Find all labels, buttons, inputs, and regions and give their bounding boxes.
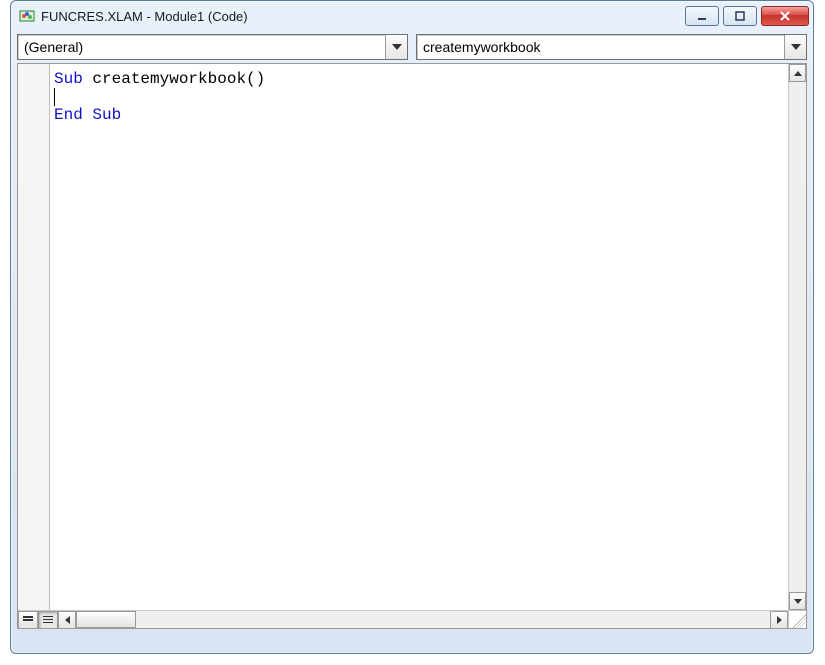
full-module-view-button[interactable] [38, 611, 58, 629]
chevron-right-icon [777, 616, 782, 624]
procedure-view-button[interactable] [18, 611, 38, 629]
chevron-down-icon [794, 599, 802, 604]
chevron-left-icon [65, 616, 70, 624]
hscroll-thumb[interactable] [76, 611, 136, 628]
hscroll-track[interactable] [76, 611, 770, 628]
procedure-view-icon [23, 619, 33, 621]
code-window: FUNCRES.XLAM - Module1 (Code) (General) … [10, 0, 814, 654]
vba-module-icon [19, 8, 35, 24]
keyword: End Sub [54, 106, 121, 124]
vertical-scrollbar[interactable] [788, 64, 806, 610]
resize-grip[interactable] [788, 610, 806, 628]
maximize-button[interactable] [723, 6, 757, 26]
window-title: FUNCRES.XLAM - Module1 (Code) [41, 9, 248, 24]
keyword: Sub [54, 70, 83, 88]
procedure-dropdown-value: createmyworkbook [417, 39, 784, 55]
object-dropdown-arrow[interactable] [385, 35, 407, 59]
chevron-up-icon [794, 71, 802, 76]
code-client-area: Sub createmyworkbook() End Sub [17, 63, 807, 629]
object-dropdown[interactable]: (General) [17, 34, 408, 60]
object-dropdown-value: (General) [18, 39, 385, 55]
close-button[interactable] [761, 6, 809, 26]
scroll-up-button[interactable] [789, 64, 806, 82]
chevron-down-icon [791, 44, 801, 50]
titlebar[interactable]: FUNCRES.XLAM - Module1 (Code) [11, 1, 813, 31]
minimize-button[interactable] [685, 6, 719, 26]
horizontal-scrollbar [18, 610, 788, 628]
scroll-down-button[interactable] [789, 592, 806, 610]
scroll-left-button[interactable] [58, 611, 76, 629]
code-toolbar: (General) createmyworkbook [17, 31, 807, 63]
window-controls [685, 6, 809, 26]
margin-indicator-bar[interactable] [18, 64, 50, 610]
code-editor[interactable]: Sub createmyworkbook() End Sub [50, 64, 788, 610]
text-cursor [54, 88, 55, 106]
code-text: createmyworkbook() [83, 70, 265, 88]
scroll-right-button[interactable] [770, 611, 788, 629]
procedure-dropdown-arrow[interactable] [784, 35, 806, 59]
statusbar [17, 631, 807, 649]
full-module-view-icon [43, 616, 53, 624]
procedure-dropdown[interactable]: createmyworkbook [416, 34, 807, 60]
chevron-down-icon [392, 44, 402, 50]
